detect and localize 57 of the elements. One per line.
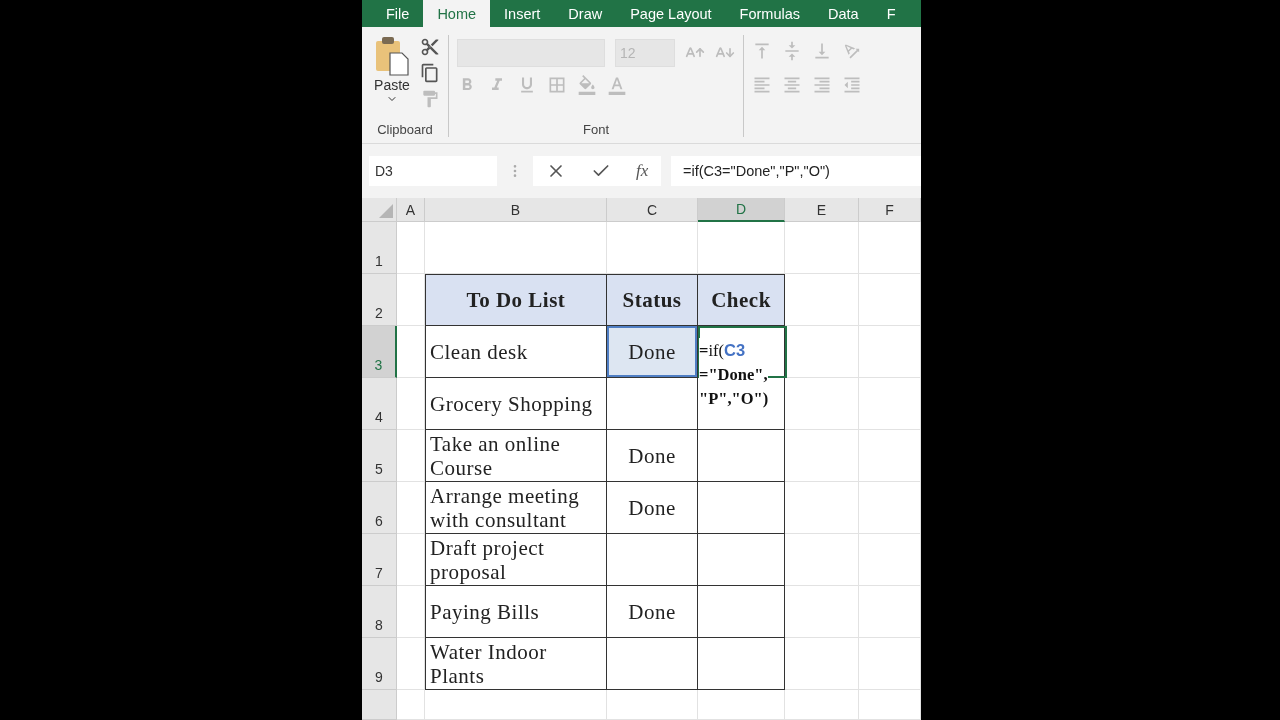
row-header[interactable]: 9 [362, 638, 397, 690]
column-header[interactable]: C [607, 198, 698, 222]
table-cell[interactable]: Done [607, 326, 698, 378]
ribbon-tab[interactable]: Draw [554, 0, 617, 28]
task-cell[interactable]: Take an online Course [425, 430, 607, 482]
sheet-cell[interactable] [698, 586, 785, 638]
column-header[interactable]: D [698, 198, 785, 222]
task-cell[interactable]: Paying Bills [425, 586, 607, 638]
row-header[interactable]: 7 [362, 534, 397, 586]
sheet-cell[interactable] [698, 430, 785, 482]
row-header[interactable]: 3 [362, 326, 397, 378]
row-header[interactable]: 2 [362, 274, 397, 326]
scissors-icon[interactable] [420, 37, 440, 58]
header-cell[interactable]: To Do List [425, 274, 607, 326]
select-all-icon[interactable] [379, 204, 393, 218]
ribbon-tab[interactable]: Data [814, 0, 873, 28]
row-header[interactable]: 1 [362, 222, 397, 274]
task-cell[interactable]: Water Indoor Plants [425, 638, 607, 690]
header-cell[interactable]: Check [698, 274, 785, 326]
row-header[interactable]: 5 [362, 430, 397, 482]
header-cell[interactable]: Status [607, 274, 698, 326]
cell-formula-text[interactable]: =if(C3 ="Done", "P","O") [699, 338, 769, 411]
row-header[interactable]: 4 [362, 378, 397, 430]
column-header[interactable]: E [785, 198, 859, 222]
row-header[interactable] [362, 690, 397, 720]
insert-function-button[interactable]: fx [636, 161, 649, 182]
table-cell[interactable] [607, 378, 698, 430]
name-box[interactable]: D3 [369, 156, 497, 187]
column-header[interactable]: B [425, 198, 607, 222]
ribbon-tab[interactable]: Insert [490, 0, 555, 28]
task-cell[interactable]: Draft project proposal [425, 534, 607, 586]
ribbon-tab[interactable]: Home [423, 0, 491, 28]
ribbon-tab[interactable]: Formulas [725, 0, 815, 28]
ribbon-tab[interactable]: Page Layout [616, 0, 726, 28]
ribbon-tab[interactable]: F [872, 0, 910, 28]
ribbon-tab[interactable]: File [372, 0, 424, 28]
column-header[interactable]: F [859, 198, 921, 222]
sheet-cell[interactable] [698, 638, 785, 690]
formula-field[interactable]: =if(C3="Done","P","O") [671, 156, 921, 187]
table-cell[interactable] [607, 638, 698, 690]
sheet-cell[interactable] [698, 482, 785, 534]
column-header[interactable]: A [397, 198, 425, 222]
paste-button[interactable]: Paste [370, 35, 414, 123]
table-cell[interactable]: Done [607, 482, 698, 534]
task-cell[interactable]: Clean desk [425, 326, 607, 378]
table-cell[interactable] [607, 534, 698, 586]
clipboard-icon [374, 35, 410, 78]
row-header[interactable]: 6 [362, 482, 397, 534]
table-cell[interactable]: Done [607, 430, 698, 482]
sheet-cell[interactable] [698, 534, 785, 586]
group-label: Clipboard [376, 122, 434, 138]
row-header[interactable]: 8 [362, 586, 397, 638]
copy-icon[interactable] [420, 63, 440, 84]
group-label: Font [582, 122, 610, 138]
task-cell[interactable]: Arrange meeting with consultant [425, 482, 607, 534]
task-cell[interactable]: Grocery Shopping [425, 378, 607, 430]
table-cell[interactable]: Done [607, 586, 698, 638]
